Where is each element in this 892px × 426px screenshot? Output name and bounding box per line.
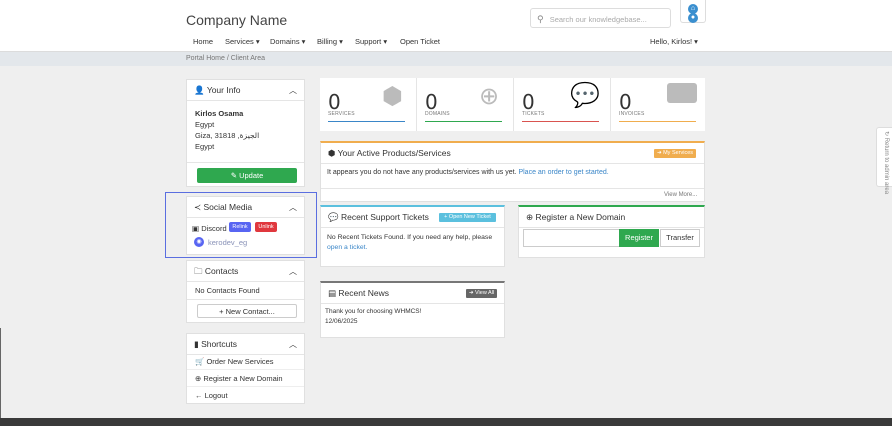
tickets-title: Recent Support Tickets — [340, 212, 429, 222]
social-media-panel: ≺ Social Media ︿ ▣ Discord Relink Unlink… — [186, 196, 305, 255]
search-icon: ⚲ — [537, 14, 544, 24]
client-address-2: Giza, 31818 ,الجيزة — [195, 131, 260, 140]
shortcuts-title: Shortcuts — [201, 339, 237, 349]
globe-icon: ⊕ — [195, 374, 202, 383]
register-domain-panel: ⊕ Register a New Domain Register Transfe… — [518, 205, 705, 258]
return-to-admin-tab[interactable]: ↻ Return to admin area — [876, 127, 892, 195]
news-item-title[interactable]: Thank you for choosing WHMCS! — [325, 308, 421, 315]
view-more-link[interactable]: View More... — [664, 192, 697, 198]
collapse-chevron-icon[interactable]: ︿ — [289, 202, 297, 213]
contacts-title: Contacts — [204, 266, 239, 276]
transfer-button[interactable]: Transfer — [660, 229, 700, 247]
breadcrumb-text[interactable]: Portal Home / Client Area — [186, 55, 265, 62]
stat-tickets[interactable]: 0 TICKETS 💬 — [514, 78, 610, 131]
register-domain-title: Register a New Domain — [535, 212, 626, 222]
arrow-left-icon: ← — [195, 391, 203, 400]
share-icon: ≺ — [194, 202, 202, 212]
news-item-date: 12/06/2025 — [325, 318, 358, 325]
view-all-news-button[interactable]: ➜ View All — [466, 289, 497, 298]
news-title: Recent News — [338, 288, 389, 298]
nav-domains[interactable]: Domains ▾ — [270, 37, 305, 46]
credit-card-icon — [667, 83, 697, 103]
new-contact-button[interactable]: + New Contact... — [197, 304, 297, 318]
support-tickets-panel: 💬 Recent Support Tickets + Open New Tick… — [320, 205, 505, 267]
shortcut-register-domain[interactable]: ⊕ Register a New Domain — [195, 374, 283, 383]
notifications-button[interactable]: ⌂ ● — [680, 0, 706, 23]
stat-domains[interactable]: 0 DOMAINS ⊕ — [417, 78, 513, 131]
search-input[interactable]: ⚲ Search our knowledgebase... — [530, 8, 671, 28]
notification-icon: ● — [688, 13, 698, 23]
search-placeholder: Search our knowledgebase... — [549, 15, 647, 24]
box-icon: ⬢ — [382, 83, 403, 110]
newspaper-icon: ▤ — [328, 288, 337, 298]
shortcut-order-services[interactable]: 🛒 Order New Services — [195, 357, 274, 366]
products-empty-text: It appears you do not have any products/… — [327, 169, 609, 176]
footer-bar — [0, 418, 892, 426]
collapse-chevron-icon[interactable]: ︿ — [289, 85, 297, 96]
refresh-icon: ↻ — [883, 131, 889, 137]
no-tickets-text: No Recent Tickets Found. If you need any… — [327, 234, 493, 241]
register-button[interactable]: Register — [619, 229, 659, 247]
nav-open-ticket[interactable]: Open Ticket — [400, 37, 440, 46]
nav-home[interactable]: Home — [193, 37, 213, 46]
discord-username: kerodev_eg — [208, 238, 248, 247]
globe-icon: ⊕ — [479, 83, 500, 110]
globe-icon: ⊕ — [526, 212, 534, 222]
active-products-panel: ⬢ Your Active Products/Services ➜ My Ser… — [320, 141, 705, 202]
comments-icon: 💬 — [328, 212, 339, 222]
discord-label: Discord — [201, 224, 227, 233]
collapse-chevron-icon[interactable]: ︿ — [289, 266, 297, 277]
recent-news-panel: ▤ Recent News ➜ View All Thank you for c… — [320, 281, 505, 338]
open-new-ticket-button[interactable]: + Open New Ticket — [439, 213, 496, 222]
nav-services[interactable]: Services ▾ — [225, 37, 260, 46]
return-to-admin-label: ↻ Return to admin area — [883, 131, 889, 195]
pencil-icon: ✎ — [230, 171, 237, 180]
shortcut-logout[interactable]: ← Logout — [195, 391, 228, 400]
open-ticket-link[interactable]: open a ticket. — [327, 244, 367, 251]
relink-button[interactable]: Relink — [229, 222, 251, 232]
client-address-3: Egypt — [195, 142, 215, 151]
update-button[interactable]: ✎ Update — [197, 168, 297, 183]
client-address-1: Egypt — [195, 120, 215, 129]
cart-icon: 🛒 — [195, 357, 205, 366]
folder-icon: 🗀 — [194, 266, 203, 276]
my-services-button[interactable]: ➜ My Services — [654, 149, 696, 158]
discord-square-icon: ▣ — [192, 224, 200, 233]
nav-support[interactable]: Support ▾ — [355, 37, 387, 46]
no-contacts-text: No Contacts Found — [195, 286, 260, 295]
unlink-button[interactable]: Unlink — [255, 222, 277, 232]
user-menu[interactable]: Hello, Kirlos! ▾ — [650, 37, 698, 46]
left-edge-line — [0, 328, 1, 418]
place-order-link[interactable]: Place an order to get started. — [518, 169, 608, 176]
your-info-panel: 👤 Your Info ︿ Kirlos Osama Egypt Giza, 3… — [186, 79, 305, 187]
bookmark-icon: ▮ — [194, 339, 199, 349]
contacts-panel: 🗀 Contacts ︿ No Contacts Found + New Con… — [186, 260, 305, 323]
client-name: Kirlos Osama — [195, 109, 244, 118]
products-title: Your Active Products/Services — [337, 148, 451, 158]
social-media-title: Social Media — [203, 202, 253, 212]
cube-icon: ⬢ — [328, 148, 336, 158]
stat-services[interactable]: 0 SERVICES ⬢ — [320, 78, 416, 131]
comments-icon: 💬 — [570, 82, 600, 109]
main-nav: Home Services ▾ Domains ▾ Billing ▾ Supp… — [0, 31, 892, 51]
your-info-title: Your Info — [206, 85, 241, 95]
shortcuts-panel: ▮ Shortcuts ︿ 🛒 Order New Services ⊕ Reg… — [186, 333, 305, 404]
nav-billing[interactable]: Billing ▾ — [317, 37, 343, 46]
stat-invoices[interactable]: 0 INVOICES — [611, 78, 705, 131]
collapse-chevron-icon[interactable]: ︿ — [289, 339, 297, 350]
domain-search-input[interactable] — [523, 229, 620, 247]
user-icon: 👤 — [194, 85, 205, 95]
breadcrumb: Portal Home / Client Area — [0, 51, 892, 66]
company-logo[interactable]: Company Name — [186, 12, 287, 28]
stats-row: 0 SERVICES ⬢ 0 DOMAINS ⊕ 0 TICKETS 💬 0 I… — [320, 78, 705, 131]
discord-avatar-icon: ◉ — [194, 237, 204, 247]
